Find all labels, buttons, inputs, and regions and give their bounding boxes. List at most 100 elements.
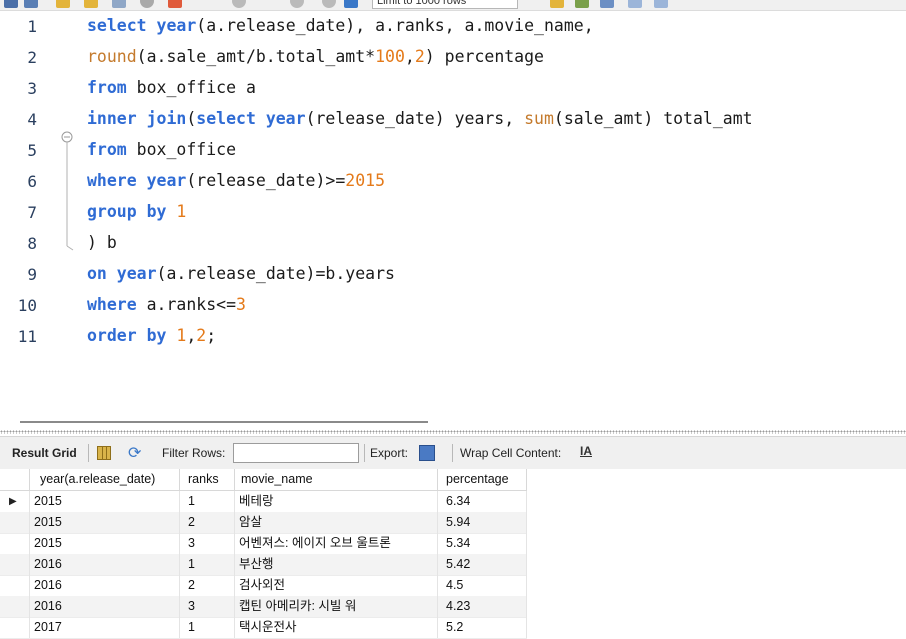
horizontal-scrollbar[interactable]: [20, 421, 428, 423]
code-token: select: [87, 16, 157, 35]
find-icon[interactable]: [550, 0, 564, 8]
commit-icon[interactable]: [232, 0, 246, 8]
code-line[interactable]: 8) b: [0, 228, 906, 259]
cell-year[interactable]: 2015: [30, 512, 180, 533]
code-line[interactable]: 1 select year(a.release_date), a.ranks, a…: [0, 11, 906, 42]
cell-percentage[interactable]: 4.23: [438, 596, 527, 617]
invisible-chars-icon[interactable]: [575, 0, 589, 8]
code-text[interactable]: ) b: [87, 233, 117, 252]
code-token: 100: [375, 47, 405, 66]
column-header-ranks[interactable]: ranks: [180, 469, 235, 490]
line-number: 6: [27, 172, 37, 191]
table-row[interactable]: 2015 3 어벤져스: 에이지 오브 울트론 5.34: [0, 533, 527, 555]
cell-movie-name[interactable]: 베테랑: [235, 491, 438, 512]
cell-year[interactable]: 2015: [30, 533, 180, 554]
code-line[interactable]: 6 where year(release_date)>=2015: [0, 166, 906, 197]
cell-movie-name[interactable]: 캡틴 아메리카: 시빌 워: [235, 596, 438, 617]
code-token: ) percentage: [424, 47, 544, 66]
wrap-cell-label: Wrap Cell Content:: [460, 446, 562, 460]
cell-year[interactable]: 2016: [30, 596, 180, 617]
cell-percentage[interactable]: 6.34: [438, 491, 527, 512]
cell-year[interactable]: 2016: [30, 575, 180, 596]
beautify-icon[interactable]: [344, 0, 358, 8]
cell-percentage[interactable]: 4.5: [438, 575, 527, 596]
code-line[interactable]: 11 order by 1,2;: [0, 321, 906, 352]
export-icon[interactable]: [419, 445, 435, 461]
line-number: 3: [27, 79, 37, 98]
column-header-movie-name[interactable]: movie_name: [235, 469, 438, 490]
cell-ranks[interactable]: 1: [180, 554, 235, 575]
panel-resize-handle[interactable]: [0, 430, 906, 434]
context-help-icon[interactable]: [628, 0, 642, 8]
lightning-cursor-icon[interactable]: [84, 0, 98, 8]
sql-editor[interactable]: 1 select year(a.release_date), a.ranks, a…: [0, 11, 906, 401]
code-text[interactable]: where a.ranks<=3: [87, 295, 246, 314]
code-token: where year: [87, 171, 187, 190]
rollback-icon[interactable]: [290, 0, 304, 8]
filter-rows-input[interactable]: [233, 443, 359, 463]
code-text[interactable]: inner join(select year(release_date) yea…: [87, 109, 753, 128]
code-line[interactable]: 3 from box_office a: [0, 73, 906, 104]
search-plan-icon[interactable]: [112, 0, 126, 8]
folder-icon[interactable]: [4, 0, 18, 8]
table-row[interactable]: 2016 1 부산행 5.42: [0, 554, 527, 576]
cell-movie-name[interactable]: 검사외전: [235, 575, 438, 596]
table-row[interactable]: 2015 2 암살 5.94: [0, 512, 527, 534]
lightning-icon[interactable]: [56, 0, 70, 8]
grid-icon[interactable]: [97, 446, 111, 460]
limit-rows-select[interactable]: Limit to 1000 rows: [372, 0, 518, 9]
cell-movie-name[interactable]: 부산행: [235, 554, 438, 575]
toggle-icon[interactable]: [168, 0, 182, 8]
cell-percentage[interactable]: 5.34: [438, 533, 527, 554]
table-row[interactable]: 2016 2 검사외전 4.5: [0, 575, 527, 597]
cell-year[interactable]: 2016: [30, 554, 180, 575]
cell-ranks[interactable]: 2: [180, 575, 235, 596]
code-text[interactable]: select year(a.release_date), a.ranks, a.…: [87, 16, 594, 35]
code-text[interactable]: group by 1: [87, 202, 186, 221]
code-line[interactable]: 7 group by 1: [0, 197, 906, 228]
code-line[interactable]: 2 round(a.sale_amt/b.total_amt*100,2) per…: [0, 42, 906, 73]
cell-percentage[interactable]: 5.42: [438, 554, 527, 575]
column-header-year[interactable]: year(a.release_date): [30, 469, 180, 490]
cell-ranks[interactable]: 1: [180, 491, 235, 512]
code-token: (release_date)>=: [186, 171, 346, 190]
cell-percentage[interactable]: 5.94: [438, 512, 527, 533]
cell-ranks[interactable]: 3: [180, 533, 235, 554]
code-line[interactable]: 10 where a.ranks<=3: [0, 290, 906, 321]
filter-icon[interactable]: ⟳: [128, 443, 141, 463]
wrap-icon[interactable]: [600, 0, 614, 8]
editor-toolbar: Limit to 1000 rows: [0, 0, 906, 11]
line-number: 5: [27, 141, 37, 160]
cell-movie-name[interactable]: 어벤져스: 에이지 오브 울트론: [235, 533, 438, 554]
separator: [88, 444, 89, 462]
cell-year[interactable]: 2015: [30, 491, 180, 512]
result-grid[interactable]: year(a.release_date) ranks movie_name pe…: [0, 469, 906, 639]
column-header-percentage[interactable]: percentage: [438, 469, 527, 490]
code-text[interactable]: where year(release_date)>=2015: [87, 171, 385, 190]
line-number: 7: [27, 203, 37, 222]
table-row[interactable]: 2017 1 택시운전사 5.2: [0, 617, 527, 639]
code-line[interactable]: 4 inner join(select year(release_date) ye…: [0, 104, 906, 135]
table-row[interactable]: ▶ 2015 1 베테랑 6.34: [0, 491, 527, 513]
code-line[interactable]: 9 on year(a.release_date)=b.years: [0, 259, 906, 290]
line-number: 9: [27, 265, 37, 284]
autocommit-icon[interactable]: [322, 0, 336, 8]
stop-icon[interactable]: [140, 0, 154, 8]
code-text[interactable]: on year(a.release_date)=b.years: [87, 264, 395, 283]
snippet-icon[interactable]: [654, 0, 668, 8]
cell-ranks[interactable]: 3: [180, 596, 235, 617]
code-text[interactable]: round(a.sale_amt/b.total_amt*100,2) perc…: [87, 47, 544, 66]
result-grid-tab[interactable]: Result Grid: [12, 446, 77, 460]
cell-movie-name[interactable]: 암살: [235, 512, 438, 533]
save-icon[interactable]: [24, 0, 38, 8]
line-number: 11: [17, 327, 37, 346]
wrap-cell-icon[interactable]: IA: [580, 444, 592, 458]
code-text[interactable]: from box_office: [87, 140, 236, 159]
code-line[interactable]: 5 from box_office: [0, 135, 906, 166]
cell-ranks[interactable]: 2: [180, 512, 235, 533]
code-token: round: [87, 47, 137, 66]
code-text[interactable]: from box_office a: [87, 78, 256, 97]
row-marker: [0, 533, 30, 554]
table-row[interactable]: 2016 3 캡틴 아메리카: 시빌 워 4.23: [0, 596, 527, 618]
code-text[interactable]: order by 1,2;: [87, 326, 216, 345]
